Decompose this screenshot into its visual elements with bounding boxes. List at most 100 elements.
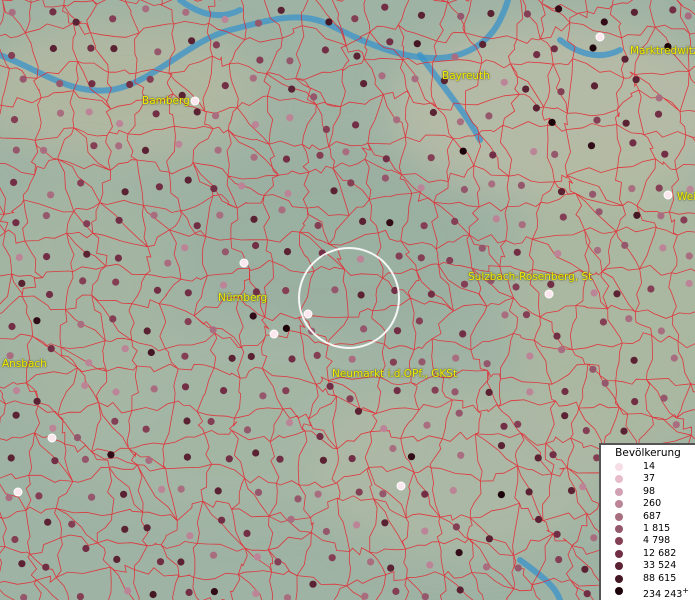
map-canvas[interactable] — [0, 0, 695, 600]
population-marker[interactable] — [47, 191, 55, 199]
population-marker[interactable] — [183, 417, 191, 425]
population-marker[interactable] — [252, 589, 260, 598]
population-marker[interactable] — [353, 521, 361, 529]
population-marker[interactable] — [81, 381, 89, 390]
population-marker[interactable] — [283, 594, 292, 600]
population-marker[interactable] — [251, 121, 260, 129]
population-marker[interactable] — [421, 490, 429, 498]
population-marker[interactable] — [360, 80, 368, 88]
population-marker[interactable] — [12, 219, 20, 227]
population-marker[interactable] — [207, 417, 215, 426]
population-marker[interactable] — [386, 219, 394, 227]
population-marker[interactable] — [478, 244, 486, 252]
population-marker[interactable] — [42, 563, 50, 571]
population-marker[interactable] — [389, 444, 397, 453]
population-marker[interactable] — [12, 387, 21, 395]
population-marker[interactable] — [219, 281, 228, 289]
population-marker[interactable] — [482, 563, 491, 571]
population-marker[interactable] — [193, 222, 201, 230]
population-marker[interactable] — [249, 74, 257, 82]
population-marker[interactable] — [426, 561, 434, 569]
population-marker[interactable] — [381, 519, 389, 527]
population-marker[interactable] — [655, 94, 663, 102]
population-marker[interactable] — [669, 6, 677, 14]
population-marker[interactable] — [221, 82, 229, 90]
population-marker[interactable] — [423, 421, 431, 429]
population-marker[interactable] — [457, 12, 465, 20]
population-marker[interactable] — [451, 217, 459, 225]
population-marker[interactable] — [79, 277, 87, 285]
population-marker[interactable] — [421, 527, 429, 535]
population-marker[interactable] — [630, 8, 639, 16]
city-marker[interactable] — [13, 487, 23, 497]
population-marker[interactable] — [456, 118, 464, 126]
population-marker[interactable] — [310, 93, 318, 101]
population-marker[interactable] — [112, 388, 120, 396]
population-marker[interactable] — [141, 146, 150, 154]
population-marker[interactable] — [185, 588, 193, 597]
population-marker[interactable] — [555, 556, 563, 564]
population-marker[interactable] — [549, 451, 557, 459]
population-marker[interactable] — [212, 112, 220, 120]
population-marker[interactable] — [81, 455, 89, 463]
city-marker[interactable] — [190, 96, 200, 106]
population-marker[interactable] — [561, 387, 569, 396]
population-marker[interactable] — [177, 558, 185, 566]
population-marker[interactable] — [451, 53, 459, 61]
population-marker[interactable] — [313, 351, 321, 359]
population-marker[interactable] — [177, 485, 185, 493]
population-marker[interactable] — [523, 10, 532, 18]
population-marker[interactable] — [7, 454, 15, 462]
population-marker[interactable] — [393, 327, 402, 335]
population-marker[interactable] — [87, 44, 95, 52]
population-marker[interactable] — [212, 41, 220, 49]
population-marker[interactable] — [143, 524, 151, 532]
population-marker[interactable] — [47, 345, 55, 353]
population-marker[interactable] — [355, 488, 363, 496]
population-marker[interactable] — [250, 153, 258, 161]
population-marker[interactable] — [360, 325, 368, 333]
population-marker[interactable] — [328, 554, 336, 562]
population-marker[interactable] — [283, 248, 292, 256]
population-marker[interactable] — [381, 3, 389, 11]
population-marker[interactable] — [45, 290, 54, 299]
population-marker[interactable] — [427, 154, 435, 162]
population-marker[interactable] — [82, 544, 90, 553]
population-marker[interactable] — [254, 488, 263, 496]
population-marker[interactable] — [288, 85, 296, 93]
population-marker[interactable] — [114, 254, 122, 262]
population-marker[interactable] — [393, 387, 401, 395]
population-marker[interactable] — [557, 188, 566, 196]
population-marker[interactable] — [630, 356, 638, 364]
population-marker[interactable] — [460, 185, 468, 194]
population-marker[interactable] — [188, 37, 196, 45]
population-marker[interactable] — [380, 425, 388, 433]
population-marker[interactable] — [259, 392, 267, 400]
population-marker[interactable] — [551, 150, 559, 158]
population-marker[interactable] — [8, 51, 16, 60]
population-marker[interactable] — [88, 80, 96, 88]
population-marker[interactable] — [113, 555, 121, 564]
population-marker[interactable] — [559, 213, 567, 221]
population-marker[interactable] — [647, 285, 655, 293]
city-label[interactable]: Bamberg — [142, 95, 190, 107]
population-marker[interactable] — [487, 9, 495, 18]
population-marker[interactable] — [5, 494, 13, 502]
population-marker[interactable] — [532, 104, 541, 112]
population-marker[interactable] — [361, 592, 369, 600]
population-marker[interactable] — [309, 580, 317, 588]
population-marker[interactable] — [599, 318, 608, 326]
population-marker[interactable] — [155, 183, 163, 191]
population-marker[interactable] — [567, 487, 576, 495]
population-marker[interactable] — [221, 248, 229, 256]
population-marker[interactable] — [238, 182, 246, 190]
population-marker[interactable] — [382, 155, 390, 163]
population-marker[interactable] — [582, 427, 590, 435]
population-marker[interactable] — [284, 189, 292, 198]
population-marker[interactable] — [657, 212, 665, 220]
population-marker[interactable] — [356, 255, 365, 263]
population-marker[interactable] — [418, 358, 426, 366]
population-marker[interactable] — [500, 78, 508, 86]
population-marker[interactable] — [316, 432, 324, 441]
city-marker[interactable] — [396, 481, 406, 491]
